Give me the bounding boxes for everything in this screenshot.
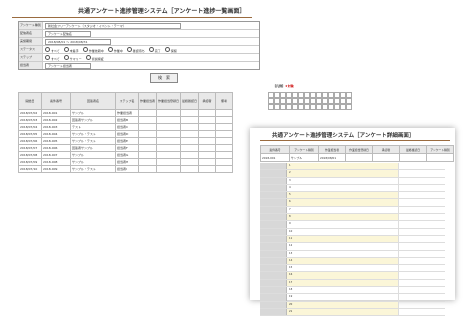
list-item[interactable]: 18 [260, 287, 445, 295]
form-row-assignee: 担当者 アンケート担当者 [19, 62, 259, 69]
table-row[interactable]: 2018/07/08 2018-007 サンプル 担当者G [18, 151, 234, 159]
assignee-select[interactable]: アンケート担当者 [45, 62, 91, 69]
progress-grid [268, 92, 352, 110]
col-header: 最終確認日 [180, 92, 200, 110]
col-header: 開始日 [18, 92, 42, 110]
field-label: ステータス [19, 46, 43, 53]
list-item[interactable]: 3 [260, 177, 445, 185]
list-item[interactable]: 16 [260, 272, 445, 280]
list-item[interactable]: 2 [260, 170, 445, 178]
col-header: 作業担当登録日 [156, 92, 182, 110]
form-row-period: 実施期間 2018/08/01 ～ 2018/08/31 [19, 38, 259, 46]
col-header: 案件番号 [41, 92, 71, 110]
status-radio[interactable]: すべて [45, 46, 60, 53]
list-item[interactable]: 21 [260, 308, 445, 316]
list-item[interactable]: 19 [260, 294, 445, 302]
field-label: ステップ [19, 54, 43, 61]
status-radio[interactable]: 作業中 [107, 46, 123, 53]
table-row[interactable]: 2018/07/03 2018-002 回答者サンプル 担当者B [18, 116, 234, 124]
sender-select[interactable]: アンケート配信名 [45, 30, 91, 37]
list-item[interactable]: 14 [260, 257, 445, 266]
search-form: アンケート種別 新社会フリーアンケート（スタジオ・イベント・テーマ） 配信者名 … [18, 21, 260, 70]
list-item[interactable]: 8 [260, 214, 445, 222]
table-row[interactable]: 2018/07/02 2018-001 サンプル 作業担当者 [18, 109, 234, 117]
col-header: 備考 [215, 92, 234, 110]
form-row-step: ステップ すべて サマリー 仮説検証 [19, 54, 259, 62]
table-row[interactable]: 2018/07/05 2018-004 サンプル・テスト 担当者D [18, 130, 234, 138]
table-row[interactable]: 2018/07/06 2018-005 サンプル・テスト 担当者E [18, 137, 234, 145]
step-radio[interactable]: サマリー [63, 54, 82, 61]
col-header: 承認者 [198, 92, 217, 110]
status-radio[interactable]: 完了 [148, 46, 161, 53]
list-item[interactable]: 4 [260, 184, 445, 193]
status-radio[interactable]: 保留 [164, 46, 177, 53]
status-radio[interactable]: 作業依頼中 [82, 46, 104, 53]
table-row[interactable]: 2018/07/10 2018-009 サンプル・テスト 担当者I [18, 165, 234, 173]
progress-table: 開始日 案件番号 回答者名 ステップ名 作業担当者 作業担当登録日 最終確認日 … [18, 92, 234, 173]
col-header: 回答者名 [70, 92, 116, 110]
form-row-sender: 配信者名 アンケート配信名 [19, 30, 259, 38]
page-title: 共通アンケート進捗管理システム［アンケート進捗一覧画面］ [78, 8, 246, 15]
table-row[interactable]: 2018/07/04 2018-003 テスト 担当者C [18, 123, 234, 131]
list-item[interactable]: 13 [260, 250, 445, 258]
detail-window: 共通アンケート進捗管理システム［アンケート詳細画面］ 案件番号 アンケート種別 … [250, 128, 455, 316]
status-radio[interactable]: 確認待ち [126, 46, 145, 53]
detail-item-list: 1 2 3 4 5 6 7 8 9 10 11 12 13 14 15 16 1… [260, 163, 445, 316]
grid-cell [346, 104, 352, 110]
table-row[interactable]: 2018/07/09 2018-008 サンプル 担当者H [18, 158, 234, 166]
form-row-status: ステータス すべて 未着手 作業依頼中 作業中 確認待ち 完了 保留 [19, 46, 259, 54]
status-radio[interactable]: 未着手 [63, 46, 79, 53]
form-row-survey-type: アンケート種別 新社会フリーアンケート（スタジオ・イベント・テーマ） [19, 22, 259, 30]
field-label: 担当者 [19, 62, 43, 69]
field-label: 配信者名 [19, 30, 43, 37]
field-label: アンケート種別 [19, 22, 43, 29]
list-item[interactable]: 11 [260, 235, 445, 244]
list-item[interactable]: 7 [260, 206, 445, 215]
title-divider [260, 140, 450, 141]
list-item[interactable]: 5 [260, 192, 445, 200]
period-input[interactable]: 2018/08/01 ～ 2018/08/31 [45, 38, 111, 45]
list-item[interactable]: 1 [260, 163, 445, 171]
field-label: 実施期間 [19, 38, 43, 45]
list-item[interactable]: 17 [260, 279, 445, 288]
detail-header-table: 案件番号 アンケート種別 作業担当者 作業担当登録日 承認者 最終確認日 アンケ… [260, 145, 454, 162]
step-radio[interactable]: 仮説検証 [85, 54, 104, 61]
list-item[interactable]: 9 [260, 221, 445, 229]
col-header: ステップ名 [115, 92, 139, 110]
list-item[interactable]: 6 [260, 199, 445, 207]
search-button[interactable]: 検 索 [150, 73, 178, 83]
detail-title: 共通アンケート進捗管理システム［アンケート詳細画面］ [272, 133, 415, 139]
col-header: 作業担当者 [137, 92, 158, 110]
list-item[interactable]: 15 [260, 265, 445, 273]
list-item[interactable]: 20 [260, 301, 445, 309]
legend: 【凡例】★対象 [273, 84, 294, 88]
title-divider [12, 17, 252, 18]
table-row[interactable]: 2018/07/07 2018-006 回答者サンプル 担当者F [18, 144, 234, 152]
list-item[interactable]: 12 [260, 243, 445, 251]
step-radio[interactable]: すべて [45, 54, 60, 61]
survey-type-select[interactable]: 新社会フリーアンケート（スタジオ・イベント・テーマ） [45, 22, 181, 29]
list-item[interactable]: 10 [260, 228, 445, 236]
